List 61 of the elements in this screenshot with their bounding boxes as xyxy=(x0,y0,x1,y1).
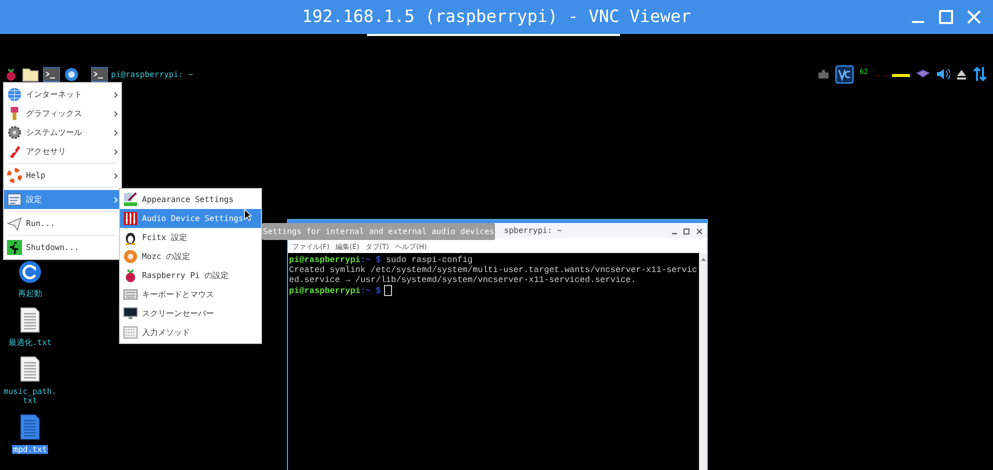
menu-item[interactable]: Raspberry Pi の設定 xyxy=(120,266,261,285)
menu-item[interactable]: インターネット xyxy=(4,85,121,104)
tooltip: Settings for internal and external audio devices xyxy=(262,223,495,240)
chevron-icon xyxy=(114,110,118,116)
menu-item[interactable]: グラフィックス xyxy=(4,104,121,123)
menu-item[interactable]: Fcitx 設定 xyxy=(120,228,261,247)
raspberry-icon xyxy=(123,268,138,283)
chevron-icon xyxy=(114,148,118,154)
document-icon xyxy=(20,414,40,440)
round-logo-icon xyxy=(123,249,138,264)
window-title: 192.168.1.5 (raspberrypi) - VNC Viewer xyxy=(302,7,691,27)
desktop-icon-label[interactable]: music_path. txt xyxy=(2,387,58,405)
taskbar-window-button[interactable]: pi@raspberrypi: ~ xyxy=(83,66,193,82)
close-icon xyxy=(966,9,982,25)
paper-plane-icon xyxy=(7,216,22,231)
window-controls-icon[interactable] xyxy=(671,226,703,234)
document-icon xyxy=(20,307,40,333)
transfer-arrows-icon[interactable] xyxy=(973,66,987,82)
menu-item[interactable]: Help xyxy=(4,166,121,185)
menu-item[interactable]: スクリーンセーバー xyxy=(120,304,261,323)
terminal-title: spberrypi: ~ xyxy=(504,226,562,235)
vnc-logo-icon[interactable] xyxy=(834,64,854,84)
scrollbar[interactable] xyxy=(699,253,707,470)
penguin-icon xyxy=(123,230,138,245)
terminal-line: pi@raspberrypi:~ $ xyxy=(289,285,698,296)
menu-item[interactable]: Mozc の設定 xyxy=(120,247,261,266)
mouse-pointer-icon xyxy=(244,209,252,221)
gear-icon xyxy=(7,125,22,140)
eject-icon[interactable] xyxy=(956,68,967,80)
maximize-button[interactable] xyxy=(937,8,955,26)
menu-item[interactable]: Appearance Settings xyxy=(120,190,261,209)
menu-item[interactable]: アクセサリ xyxy=(4,142,121,161)
mixer-icon xyxy=(123,211,138,226)
terminal-icon[interactable] xyxy=(43,66,60,82)
menu-item[interactable]: Run... xyxy=(4,214,121,233)
terminal-line: Created symlink /etc/systemd/system/multi-user.target.wants/vncserver-x11-servic xyxy=(289,265,698,275)
running-person-icon xyxy=(7,240,22,255)
chevron-icon xyxy=(114,92,118,98)
monitor-icon xyxy=(123,306,138,321)
menu-item[interactable]: 入力メソッド xyxy=(120,323,261,342)
document-icon xyxy=(20,356,40,382)
menu-item[interactable]: システムツール xyxy=(4,123,121,142)
terminal-line: ed.service → /usr/lib/systemd/system/vncserver-x11-serviced.service. xyxy=(289,275,637,285)
desktop-icon-label[interactable]: 再起動 xyxy=(17,289,43,298)
scroll-up-icon[interactable] xyxy=(700,257,706,261)
close-button[interactable] xyxy=(965,8,983,26)
palette-icon xyxy=(123,192,138,207)
drag-handle[interactable] xyxy=(367,34,620,36)
raspberry-icon[interactable] xyxy=(4,66,18,82)
settings-icon xyxy=(7,192,22,207)
menu-item[interactable]: キーボードとマウス xyxy=(120,285,261,304)
network-icon[interactable] xyxy=(916,69,930,79)
chevron-icon xyxy=(114,130,118,136)
desktop-icon-label[interactable]: mpd.txt xyxy=(12,445,48,454)
terminal-line: pi@raspberrypi:~ $ sudo raspi-config xyxy=(289,255,474,265)
volume-icon[interactable] xyxy=(936,68,950,80)
maximize-icon xyxy=(938,9,954,25)
minimize-icon xyxy=(912,21,924,23)
menu-item[interactable]: Shutdown... xyxy=(4,238,121,257)
desktop-icon-label[interactable]: 最適化.txt xyxy=(7,338,53,347)
chevron-icon xyxy=(114,172,118,178)
